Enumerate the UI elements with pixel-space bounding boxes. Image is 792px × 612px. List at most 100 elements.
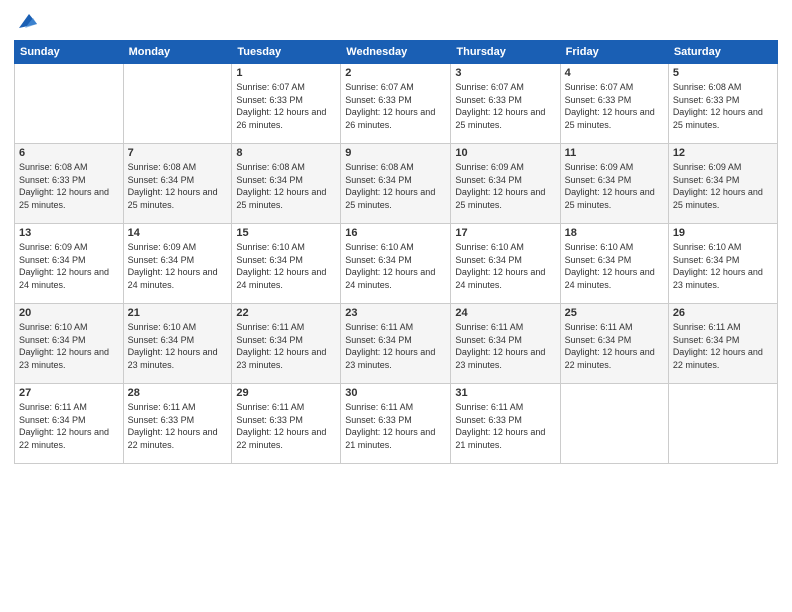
column-header-sunday: Sunday [15,41,124,64]
calendar-day-cell: 24 Sunrise: 6:11 AMSunset: 6:34 PMDayligh… [451,304,560,384]
day-number: 15 [236,227,336,239]
day-info: Sunrise: 6:07 AMSunset: 6:33 PMDaylight:… [345,81,446,131]
calendar-week-3: 13 Sunrise: 6:09 AMSunset: 6:34 PMDayligh… [15,224,778,304]
calendar-day-cell: 29 Sunrise: 6:11 AMSunset: 6:33 PMDayligh… [232,384,341,464]
calendar-day-cell [668,384,777,464]
calendar-day-cell: 7 Sunrise: 6:08 AMSunset: 6:34 PMDaylight… [123,144,232,224]
calendar-day-cell: 14Sunrise: 6:09 AMSunset: 6:34 PMDayligh… [123,224,232,304]
day-info: Sunrise: 6:09 AMSunset: 6:34 PMDaylight:… [565,161,664,211]
column-header-monday: Monday [123,41,232,64]
day-info: Sunrise: 6:11 AMSunset: 6:33 PMDaylight:… [345,401,446,451]
day-number: 18 [565,227,664,239]
day-info: Sunrise: 6:10 AMSunset: 6:34 PMDaylight:… [19,321,119,371]
calendar-day-cell: 4 Sunrise: 6:07 AMSunset: 6:33 PMDaylight… [560,64,668,144]
day-info: Sunrise: 6:07 AMSunset: 6:33 PMDaylight:… [565,81,664,131]
day-info: Sunrise: 6:11 AMSunset: 6:34 PMDaylight:… [673,321,773,371]
calendar-day-cell: 17 Sunrise: 6:10 AMSunset: 6:34 PMDayligh… [451,224,560,304]
day-info: Sunrise: 6:11 AMSunset: 6:33 PMDaylight:… [455,401,555,451]
calendar-day-cell: 13 Sunrise: 6:09 AMSunset: 6:34 PMDayligh… [15,224,124,304]
column-header-wednesday: Wednesday [341,41,451,64]
header-row: SundayMondayTuesdayWednesdayThursdayFrid… [15,41,778,64]
calendar-day-cell [560,384,668,464]
column-header-thursday: Thursday [451,41,560,64]
day-info: Sunrise: 6:09 AMSunset: 6:34 PMDaylight:… [455,161,555,211]
day-number: 19 [673,227,773,239]
calendar-week-2: 6 Sunrise: 6:08 AMSunset: 6:33 PMDaylight… [15,144,778,224]
day-number: 21 [128,307,228,319]
day-number: 30 [345,387,446,399]
day-info: Sunrise: 6:08 AMSunset: 6:33 PMDaylight:… [19,161,119,211]
column-header-saturday: Saturday [668,41,777,64]
day-number: 16 [345,227,446,239]
day-info: Sunrise: 6:11 AMSunset: 6:34 PMDaylight:… [565,321,664,371]
day-info: Sunrise: 6:10 AMSunset: 6:34 PMDaylight:… [128,321,228,371]
day-info: Sunrise: 6:10 AMSunset: 6:34 PMDaylight:… [565,241,664,291]
calendar-day-cell [15,64,124,144]
day-info: Sunrise: 6:07 AMSunset: 6:33 PMDaylight:… [455,81,555,131]
calendar-day-cell: 15 Sunrise: 6:10 AMSunset: 6:34 PMDayligh… [232,224,341,304]
calendar-day-cell: 16 Sunrise: 6:10 AMSunset: 6:34 PMDayligh… [341,224,451,304]
day-number: 3 [455,67,555,79]
day-info: Sunrise: 6:07 AMSunset: 6:33 PMDaylight:… [236,81,336,131]
day-info: Sunrise: 6:11 AMSunset: 6:34 PMDaylight:… [345,321,446,371]
day-info: Sunrise: 6:09 AMSunset: 6:34 PMDaylight:… [19,241,119,291]
day-number: 5 [673,67,773,79]
day-number: 17 [455,227,555,239]
day-number: 7 [128,147,228,159]
day-number: 11 [565,147,664,159]
day-info: Sunrise: 6:08 AMSunset: 6:34 PMDaylight:… [128,161,228,211]
day-number: 9 [345,147,446,159]
day-info: Sunrise: 6:10 AMSunset: 6:34 PMDaylight:… [455,241,555,291]
calendar-table: SundayMondayTuesdayWednesdayThursdayFrid… [14,40,778,464]
calendar-day-cell: 18 Sunrise: 6:10 AMSunset: 6:34 PMDayligh… [560,224,668,304]
calendar-day-cell: 1 Sunrise: 6:07 AMSunset: 6:33 PMDaylight… [232,64,341,144]
calendar-day-cell: 12 Sunrise: 6:09 AMSunset: 6:34 PMDayligh… [668,144,777,224]
day-info: Sunrise: 6:11 AMSunset: 6:33 PMDaylight:… [236,401,336,451]
logo [14,10,37,32]
day-number: 29 [236,387,336,399]
day-info: Sunrise: 6:10 AMSunset: 6:34 PMDaylight:… [236,241,336,291]
calendar-day-cell: 31 Sunrise: 6:11 AMSunset: 6:33 PMDayligh… [451,384,560,464]
day-number: 22 [236,307,336,319]
calendar-day-cell: 5Sunrise: 6:08 AMSunset: 6:33 PMDaylight… [668,64,777,144]
calendar-day-cell: 28 Sunrise: 6:11 AMSunset: 6:33 PMDayligh… [123,384,232,464]
calendar-day-cell: 11 Sunrise: 6:09 AMSunset: 6:34 PMDayligh… [560,144,668,224]
day-info: Sunrise: 6:08 AMSunset: 6:34 PMDaylight:… [236,161,336,211]
column-header-tuesday: Tuesday [232,41,341,64]
day-number: 27 [19,387,119,399]
calendar-day-cell: 30 Sunrise: 6:11 AMSunset: 6:33 PMDayligh… [341,384,451,464]
day-number: 1 [236,67,336,79]
calendar-day-cell: 9 Sunrise: 6:08 AMSunset: 6:34 PMDaylight… [341,144,451,224]
calendar-day-cell [123,64,232,144]
calendar-day-cell: 3 Sunrise: 6:07 AMSunset: 6:33 PMDaylight… [451,64,560,144]
day-number: 20 [19,307,119,319]
day-number: 24 [455,307,555,319]
day-info: Sunrise: 6:11 AMSunset: 6:34 PMDaylight:… [19,401,119,451]
calendar-day-cell: 6 Sunrise: 6:08 AMSunset: 6:33 PMDaylight… [15,144,124,224]
day-info: Sunrise: 6:11 AMSunset: 6:34 PMDaylight:… [236,321,336,371]
calendar-week-5: 27 Sunrise: 6:11 AMSunset: 6:34 PMDayligh… [15,384,778,464]
day-number: 31 [455,387,555,399]
day-number: 25 [565,307,664,319]
page-header [14,10,778,32]
day-info: Sunrise: 6:11 AMSunset: 6:34 PMDaylight:… [455,321,555,371]
calendar-week-1: 1 Sunrise: 6:07 AMSunset: 6:33 PMDaylight… [15,64,778,144]
logo-icon [15,10,37,32]
calendar-day-cell: 2Sunrise: 6:07 AMSunset: 6:33 PMDaylight… [341,64,451,144]
day-number: 28 [128,387,228,399]
day-number: 4 [565,67,664,79]
day-number: 6 [19,147,119,159]
calendar-day-cell: 10 Sunrise: 6:09 AMSunset: 6:34 PMDayligh… [451,144,560,224]
calendar-day-cell: 21 Sunrise: 6:10 AMSunset: 6:34 PMDayligh… [123,304,232,384]
day-number: 13 [19,227,119,239]
day-number: 10 [455,147,555,159]
calendar-day-cell: 23 Sunrise: 6:11 AMSunset: 6:34 PMDayligh… [341,304,451,384]
day-info: Sunrise: 6:11 AMSunset: 6:33 PMDaylight:… [128,401,228,451]
day-info: Sunrise: 6:08 AMSunset: 6:34 PMDaylight:… [345,161,446,211]
day-number: 12 [673,147,773,159]
day-info: Sunrise: 6:09 AMSunset: 6:34 PMDaylight:… [673,161,773,211]
day-number: 8 [236,147,336,159]
day-number: 14 [128,227,228,239]
day-info: Sunrise: 6:10 AMSunset: 6:34 PMDaylight:… [345,241,446,291]
day-number: 23 [345,307,446,319]
